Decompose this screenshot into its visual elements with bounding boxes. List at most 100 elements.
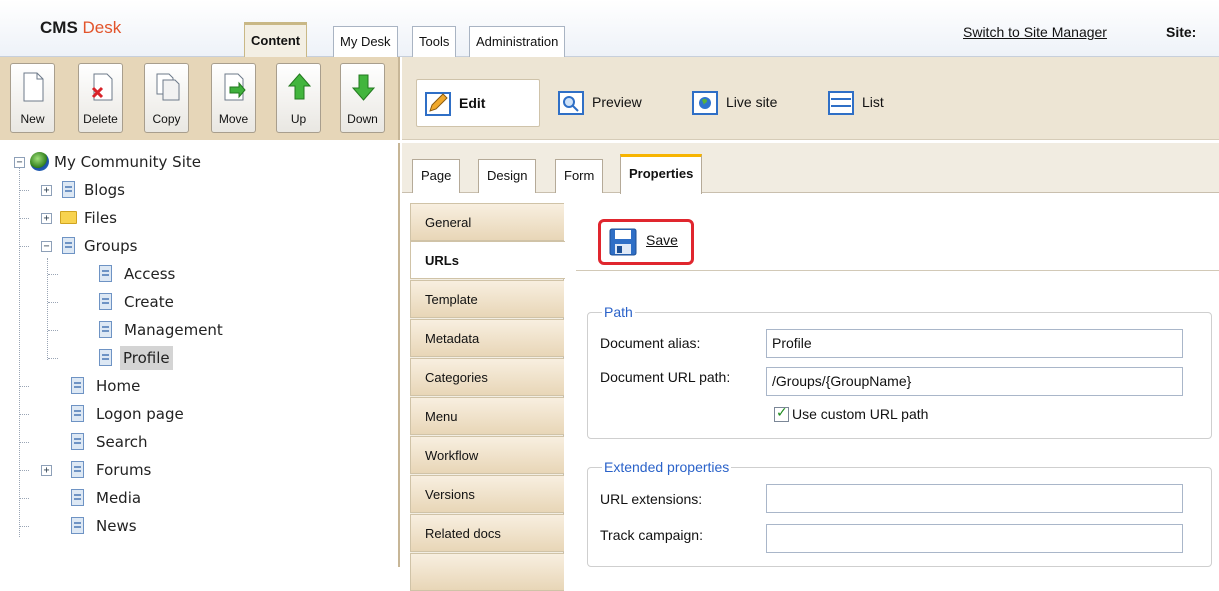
content-panel: Page Design Form Properties General URLs…	[402, 143, 1219, 591]
tree-connector	[19, 414, 29, 415]
tree-item-management[interactable]: Management	[99, 318, 300, 342]
tab-content[interactable]: Content	[244, 22, 308, 58]
url-extensions-field[interactable]	[766, 484, 1183, 513]
tree-connector	[19, 470, 29, 471]
document-icon	[71, 489, 84, 506]
down-button[interactable]: Down	[340, 63, 385, 133]
copy-document-icon	[156, 73, 180, 101]
tree-connector	[48, 358, 58, 359]
document-icon	[71, 461, 84, 478]
tree-connector	[19, 165, 20, 537]
property-tab-metadata[interactable]: Metadata	[410, 319, 564, 357]
tab-properties[interactable]: Properties	[620, 154, 703, 194]
property-tab-urls[interactable]: URLs	[410, 241, 565, 279]
document-icon	[99, 265, 112, 282]
tree-connector	[48, 330, 58, 331]
tree-item-groups[interactable]: − Groups	[41, 234, 242, 258]
tree-item-media[interactable]: Media	[71, 486, 272, 510]
site-label: Site:	[1166, 24, 1197, 40]
tab-page[interactable]: Page	[412, 159, 461, 193]
tree-item-news[interactable]: News	[71, 514, 272, 538]
use-custom-url-checkbox[interactable]	[774, 405, 789, 422]
tree-item-search[interactable]: Search	[71, 430, 272, 454]
tab-my-desk[interactable]: My Desk	[333, 26, 398, 57]
tree-item-logon-page[interactable]: Logon page	[71, 402, 272, 426]
tree-item-create[interactable]: Create	[99, 290, 300, 314]
document-toolbar: New Delete Copy Move Up Down	[0, 57, 400, 140]
delete-button[interactable]: Delete	[78, 63, 123, 133]
preview-label: Preview	[592, 94, 642, 110]
document-url-path-label: Document URL path:	[600, 369, 731, 385]
tree-item-files[interactable]: + Files	[41, 206, 242, 230]
copy-button[interactable]: Copy	[144, 63, 189, 133]
document-url-path-field[interactable]: /Groups/{GroupName}	[766, 367, 1183, 396]
property-tab-general[interactable]: General	[410, 203, 564, 241]
tree-item-label: Logon page	[96, 405, 184, 423]
tree-connector	[19, 246, 29, 247]
extended-properties-legend: Extended properties	[604, 459, 730, 475]
document-icon	[62, 181, 75, 198]
tree-item-access[interactable]: Access	[99, 262, 300, 286]
expand-icon[interactable]: +	[41, 213, 52, 224]
save-label: Save	[646, 232, 678, 248]
live-site-globe-icon	[692, 91, 718, 115]
new-document-icon	[23, 72, 44, 102]
tab-form[interactable]: Form	[555, 159, 604, 193]
track-campaign-label: Track campaign:	[600, 527, 703, 543]
property-tab-related-docs[interactable]: Related docs	[410, 514, 564, 552]
floppy-disk-icon	[609, 228, 637, 256]
property-tab-categories[interactable]: Categories	[410, 358, 564, 396]
document-icon	[99, 293, 112, 310]
tree-item-home[interactable]: Home	[71, 374, 272, 398]
new-label: New	[20, 112, 45, 126]
site-globe-icon	[30, 152, 49, 171]
tree-item-blogs[interactable]: + Blogs	[41, 178, 242, 202]
preview-magnifier-icon	[558, 91, 584, 115]
tree-connector	[19, 218, 29, 219]
track-campaign-field[interactable]	[766, 524, 1183, 553]
view-mode-toolbar: Edit Preview Live site List	[402, 57, 1219, 140]
property-tab-menu[interactable]: Menu	[410, 397, 564, 435]
switch-to-site-manager-link[interactable]: Switch to Site Manager	[963, 24, 1107, 40]
property-tab-versions[interactable]: Versions	[410, 475, 564, 513]
new-button[interactable]: New	[10, 63, 55, 133]
document-alias-field[interactable]: Profile	[766, 329, 1183, 358]
tree-connector	[19, 386, 29, 387]
move-label: Move	[218, 112, 249, 126]
document-icon	[71, 517, 84, 534]
collapse-icon[interactable]: −	[14, 157, 25, 168]
tree-item-profile[interactable]: Profile	[99, 346, 300, 370]
tree-item-label: News	[96, 517, 137, 535]
edit-label: Edit	[459, 95, 486, 111]
logo-cms: CMS	[40, 18, 78, 37]
arrow-down-icon	[351, 74, 376, 101]
use-custom-url-label[interactable]: Use custom URL path	[792, 406, 928, 422]
tree-root-label: My Community Site	[54, 153, 201, 171]
tab-administration[interactable]: Administration	[469, 26, 566, 57]
move-document-icon	[224, 73, 246, 101]
edit-mode-button[interactable]: Edit	[416, 79, 540, 127]
tree-item-label: Search	[96, 433, 148, 451]
tree-item-label: Forums	[96, 461, 152, 479]
tab-tools[interactable]: Tools	[412, 26, 457, 57]
document-icon	[71, 377, 84, 394]
document-icon	[71, 433, 84, 450]
property-tab-template[interactable]: Template	[410, 280, 564, 318]
save-button[interactable]: Save	[598, 219, 694, 265]
tree-root[interactable]: − My Community Site	[14, 150, 314, 174]
expand-icon[interactable]: +	[41, 185, 52, 196]
collapse-icon[interactable]: −	[41, 241, 52, 252]
tree-item-label: Home	[96, 377, 141, 395]
expand-icon[interactable]: +	[41, 465, 52, 476]
property-tab-workflow[interactable]: Workflow	[410, 436, 564, 474]
tree-item-label: Groups	[84, 237, 138, 255]
up-button[interactable]: Up	[276, 63, 321, 133]
copy-label: Copy	[152, 112, 181, 126]
delete-label: Delete	[83, 112, 118, 126]
content-tree: − My Community Site + Blogs + Files − Gr…	[0, 143, 400, 567]
move-button[interactable]: Move	[211, 63, 256, 133]
property-tabs: General URLs Template Metadata Categorie…	[410, 203, 565, 591]
tab-design[interactable]: Design	[478, 159, 537, 193]
property-tab-more[interactable]	[410, 553, 564, 591]
tree-item-forums[interactable]: + Forums	[41, 458, 242, 482]
